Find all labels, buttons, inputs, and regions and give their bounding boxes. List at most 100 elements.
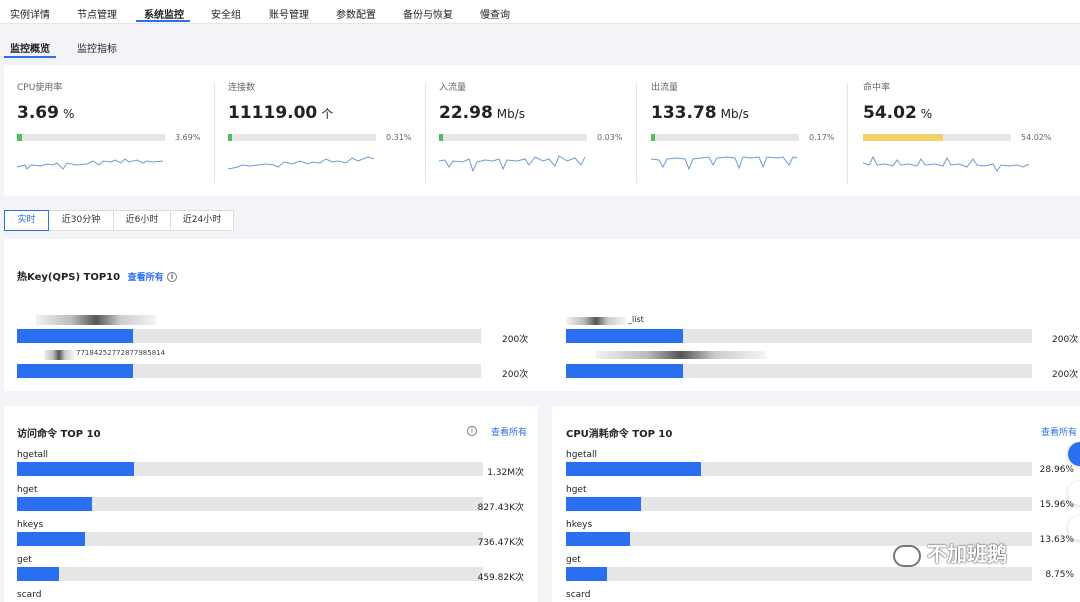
- access-title: 访问命令 TOP 10: [17, 429, 101, 440]
- command-bar: [566, 497, 1032, 511]
- tab-monitor-overview[interactable]: 监控概览: [10, 40, 50, 55]
- metric-divider: [214, 83, 215, 183]
- command-name: scard: [17, 590, 42, 600]
- range-24h[interactable]: 近24小时: [170, 210, 234, 231]
- metric-label: CPU使用率: [17, 83, 63, 93]
- command-bar: [17, 462, 483, 476]
- range-6h[interactable]: 近6小时: [113, 210, 171, 231]
- hotkey-bar: [566, 364, 1032, 378]
- command-value: 459.82K次: [477, 573, 524, 583]
- command-name: scard: [566, 590, 591, 600]
- command-name: get: [17, 555, 32, 565]
- metric-value: 11119.00 个: [228, 103, 334, 123]
- hotkey-name-fragment: _list: [628, 315, 644, 324]
- hotkey-view-all-link[interactable]: 查看所有: [128, 273, 164, 283]
- command-name: hkeys: [566, 520, 593, 530]
- tab-node-management[interactable]: 节点管理: [77, 6, 117, 21]
- hotkey-bar-fill: [566, 329, 683, 343]
- hotkey-count: 200次: [502, 370, 529, 380]
- sub-nav: 监控概览 监控指标: [0, 34, 1080, 58]
- command-name: hkeys: [17, 520, 44, 530]
- metric-label: 入流量: [439, 83, 467, 93]
- tab-slow-query[interactable]: 慢查询: [480, 6, 510, 21]
- metric-inbound: 入流量 22.98 Mb/s 0.03%: [439, 65, 649, 195]
- command-bar: [566, 462, 1032, 476]
- active-tab-underline: [136, 20, 190, 22]
- metric-progress: [439, 134, 587, 141]
- metric-percent: 0.03%: [597, 133, 623, 142]
- tab-system-monitor[interactable]: 系统监控: [144, 6, 184, 21]
- metric-percent: 0.31%: [386, 133, 412, 142]
- hotkey-card: 热Key(QPS) TOP10 查看所有 i 200次 771842527728…: [4, 239, 1080, 391]
- top-nav: 实例详情 节点管理 系统监控 安全组 账号管理 参数配置 备份与恢复 慢查询: [0, 0, 1080, 24]
- tab-account-management[interactable]: 账号管理: [269, 6, 309, 21]
- metric-label: 出流量: [651, 83, 679, 93]
- metric-connections: 连接数 11119.00 个 0.31%: [228, 65, 438, 195]
- command-bar-fill: [17, 567, 59, 581]
- time-range-selector: 实时 近30分钟 近6小时 近24小时: [4, 210, 234, 231]
- range-realtime[interactable]: 实时: [4, 210, 49, 231]
- metric-percent: 0.17%: [809, 133, 835, 142]
- metric-progress: [863, 134, 1011, 141]
- hotkey-name-redacted: [36, 315, 156, 325]
- command-name: hget: [17, 485, 38, 495]
- command-name: get: [566, 555, 581, 565]
- info-icon[interactable]: i: [467, 426, 477, 436]
- cpu-command-card: CPU消耗命令 TOP 10 查看所有 hgetall 28.96% hget 15.…: [552, 406, 1080, 602]
- command-bar: [17, 567, 483, 581]
- metric-sparkline: [651, 156, 798, 171]
- access-view-all-link[interactable]: 查看所有: [491, 425, 527, 438]
- hotkey-bar-fill: [17, 329, 133, 343]
- command-bar-fill: [566, 532, 630, 546]
- cpu-view-all-link[interactable]: 查看所有: [1041, 425, 1077, 438]
- hotkey-count: 200次: [1052, 335, 1079, 345]
- command-value: 15.96%: [1039, 500, 1074, 510]
- hotkey-title: 热Key(QPS) TOP10 查看所有 i: [17, 268, 178, 283]
- metric-progress: [228, 134, 376, 141]
- command-value: 8.75%: [1045, 570, 1074, 580]
- metric-value: 3.69%: [17, 103, 75, 123]
- tab-instance-detail[interactable]: 实例详情: [10, 6, 50, 21]
- command-value: 13.63%: [1039, 535, 1074, 545]
- command-name: hgetall: [17, 450, 48, 460]
- metric-divider: [847, 83, 848, 183]
- hotkey-name-fragment: 77184252772877985814: [76, 349, 166, 357]
- metric-hit-rate: 命中率 54.02% 54.02%: [863, 65, 1073, 195]
- wechat-icon: [893, 544, 921, 567]
- hotkey-bar-fill: [17, 364, 133, 378]
- active-subtab-underline: [4, 56, 56, 58]
- command-value: 827.43K次: [477, 503, 524, 513]
- access-command-card: 访问命令 TOP 10 i 查看所有 hgetall 1.32M次 hget 827.…: [4, 406, 538, 602]
- metric-outbound: 出流量 133.78 Mb/s 0.17%: [651, 65, 861, 195]
- tab-parameter-config[interactable]: 参数配置: [336, 6, 376, 21]
- command-bar: [566, 567, 1032, 581]
- metric-progress: [651, 134, 799, 141]
- command-bar-fill: [566, 462, 702, 476]
- command-value: 736.47K次: [477, 538, 524, 548]
- command-value: 28.96%: [1039, 465, 1074, 475]
- command-bar-fill: [17, 462, 134, 476]
- info-icon[interactable]: i: [167, 272, 178, 282]
- metric-sparkline: [228, 156, 375, 170]
- command-name: hgetall: [566, 450, 597, 460]
- command-bar-fill: [566, 567, 607, 581]
- command-bar: [17, 497, 483, 511]
- hotkey-bar: [566, 329, 1032, 343]
- hotkey-name-redacted: [566, 317, 626, 325]
- cpu-title: CPU消耗命令 TOP 10: [566, 429, 673, 440]
- metric-label: 连接数: [228, 83, 256, 93]
- tab-monitor-metrics[interactable]: 监控指标: [77, 40, 117, 55]
- range-30min[interactable]: 近30分钟: [48, 210, 114, 231]
- command-bar-fill: [17, 497, 92, 511]
- hotkey-name-redacted: [596, 351, 766, 359]
- hotkey-count: 200次: [1052, 370, 1079, 380]
- tab-security-group[interactable]: 安全组: [211, 6, 241, 21]
- metric-percent: 54.02%: [1021, 133, 1052, 142]
- command-name: hget: [566, 485, 587, 495]
- hotkey-bar-fill: [566, 364, 683, 378]
- hotkey-bar: [17, 329, 481, 343]
- metrics-card: CPU使用率 3.69% 3.69% 连接数 11119.00 个 0.31% 入…: [4, 65, 1080, 196]
- tab-backup-restore[interactable]: 备份与恢复: [403, 6, 453, 21]
- metric-progress: [17, 134, 165, 141]
- command-bar-fill: [17, 532, 85, 546]
